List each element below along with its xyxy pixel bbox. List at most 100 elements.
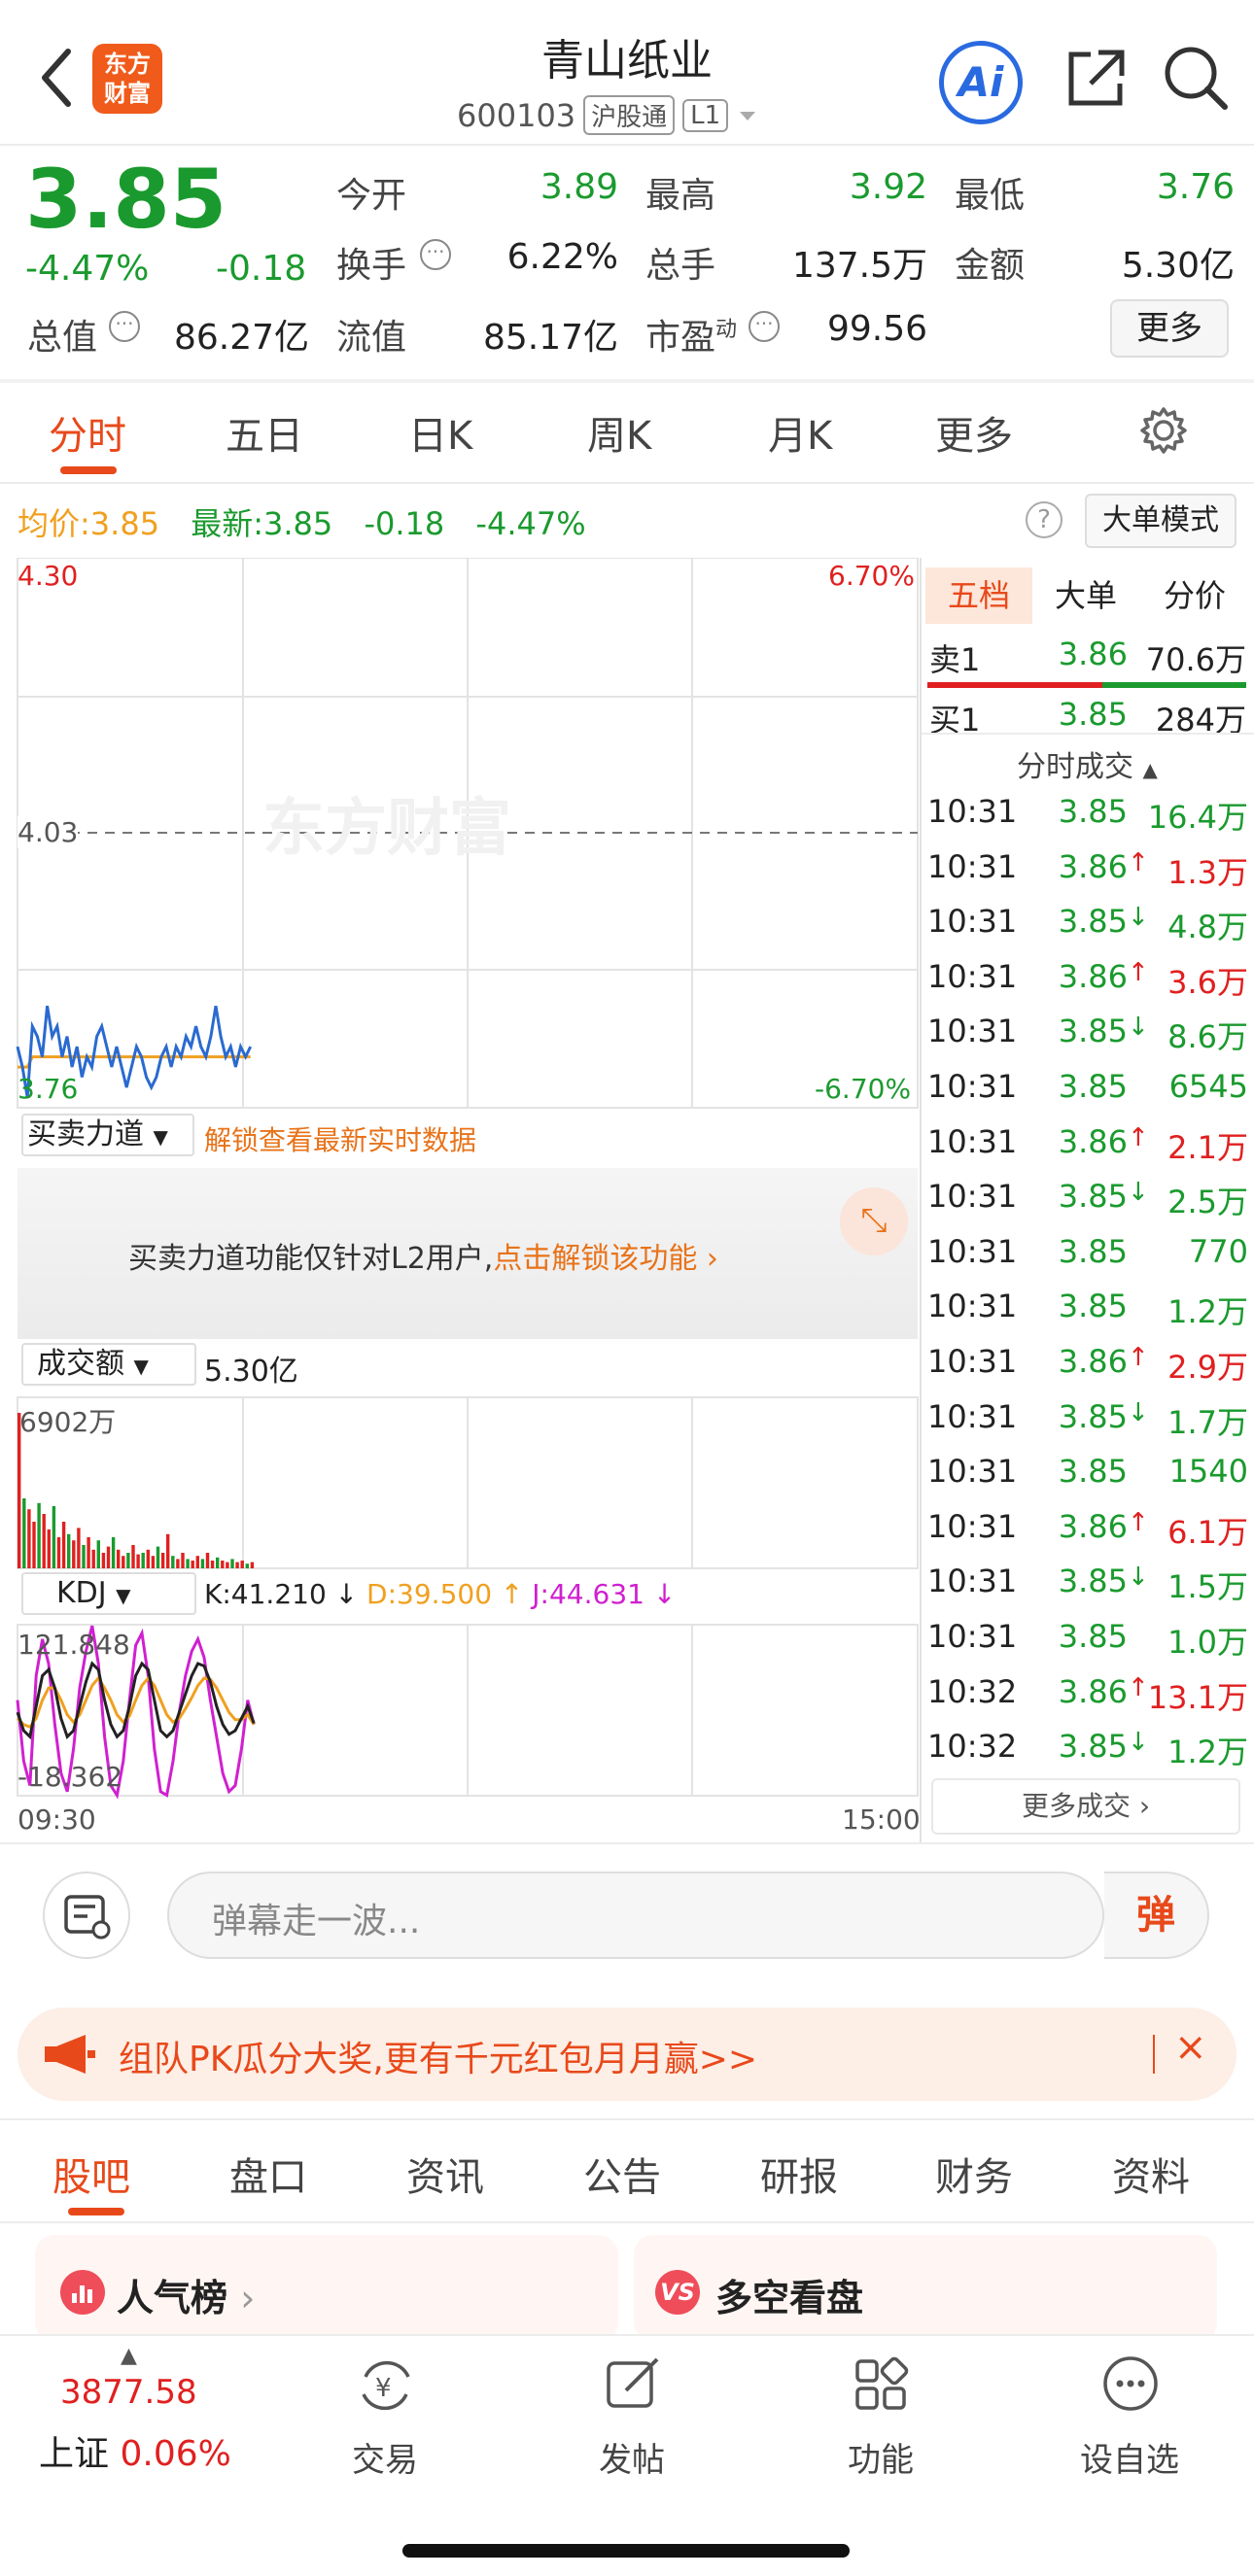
- tab-research[interactable]: 研报: [760, 2146, 838, 2202]
- search-icon[interactable]: [1161, 43, 1231, 113]
- tick-arrow: ↓: [1128, 903, 1149, 933]
- stat-label-float-cap: 流值: [336, 318, 407, 358]
- close-icon[interactable]: ×: [1174, 2025, 1207, 2070]
- volume-bar: [82, 1545, 86, 1568]
- info-icon[interactable]: ···: [749, 311, 780, 342]
- volume-bar: [111, 1537, 116, 1568]
- tab-weekly-k[interactable]: 周K: [587, 404, 651, 461]
- tick-volume: 2.1万: [1167, 1128, 1248, 1166]
- volume-bar: [77, 1528, 81, 1568]
- tick-time: 10:31: [927, 1507, 1018, 1545]
- volume-bar: [52, 1506, 56, 1568]
- danmu-settings-button[interactable]: [43, 1872, 130, 1959]
- nav-watchlist[interactable]: 设自选: [1052, 2433, 1207, 2481]
- info-icon[interactable]: ···: [420, 239, 451, 270]
- pct-low-label: -6.70%: [815, 1073, 912, 1105]
- tick-price: 3.85: [1058, 1563, 1128, 1600]
- index-ticker[interactable]: 上证 0.06%: [39, 2425, 231, 2476]
- expand-icon[interactable]: ⤡: [840, 1187, 908, 1255]
- tab-announcements[interactable]: 公告: [583, 2146, 661, 2202]
- volume-bar: [156, 1546, 160, 1568]
- force-unlock-link[interactable]: 解锁查看最新实时数据: [204, 1119, 476, 1158]
- indicator-select[interactable]: KDJ ▼: [21, 1572, 196, 1615]
- stat-label-volume: 总手: [645, 246, 716, 286]
- tab-forum[interactable]: 股吧: [52, 2146, 130, 2202]
- promo-banner[interactable]: 组队PK瓜分大奖,更有千元红包月月赢>> ×: [17, 2008, 1237, 2101]
- stat-value-market-cap: 86.27亿: [173, 318, 309, 358]
- volume-total: 5.30亿: [204, 1355, 298, 1389]
- tick-arrow: ↓: [1128, 1178, 1149, 1208]
- ai-assistant-icon[interactable]: Ai: [939, 41, 1023, 124]
- tick-price: 3.85: [1058, 903, 1128, 941]
- volume-bar: [200, 1559, 205, 1568]
- tick-time: 10:32: [927, 1672, 1018, 1710]
- index-value[interactable]: 3877.58: [60, 2373, 197, 2412]
- tick-volume: 770: [1188, 1232, 1248, 1270]
- stat-label-amount: 金额: [955, 246, 1026, 286]
- level-tag: L1: [682, 98, 729, 132]
- volume-bar: [72, 1540, 76, 1568]
- tab-price-dist[interactable]: 分价: [1141, 567, 1248, 624]
- nav-post[interactable]: 发帖: [554, 2433, 710, 2481]
- danmu-send-button[interactable]: 弹: [1104, 1872, 1209, 1959]
- big-order-mode-button[interactable]: 大单模式: [1085, 494, 1237, 548]
- tick-volume: 1.7万: [1167, 1403, 1248, 1441]
- more-ticks-button[interactable]: 更多成交 ›: [931, 1778, 1240, 1835]
- tick-volume: 3.6万: [1167, 963, 1248, 1001]
- more-stats-button[interactable]: 更多: [1110, 299, 1229, 358]
- volume-bar: [146, 1549, 150, 1568]
- tab-more[interactable]: 更多: [935, 404, 1013, 461]
- danmu-input[interactable]: 弹幕走一波...: [167, 1872, 1110, 1959]
- stock-code-row[interactable]: 600103 沪股通 L1: [457, 95, 759, 135]
- share-icon[interactable]: [1062, 45, 1130, 113]
- megaphone-icon: [45, 2035, 95, 2074]
- long-short-card[interactable]: VS 多空看盘: [634, 2235, 1217, 2342]
- tick-time: 10:31: [927, 1343, 1018, 1380]
- current-price: 3.85: [25, 152, 227, 247]
- stat-value-volume: 137.5万: [791, 246, 927, 286]
- price-low-label: 3.76: [17, 1073, 79, 1105]
- nav-trade[interactable]: 交易: [307, 2433, 463, 2481]
- help-icon[interactable]: ?: [1026, 501, 1062, 538]
- stat-value-low: 3.76: [1156, 167, 1235, 207]
- tab-big-orders[interactable]: 大单: [1032, 567, 1139, 624]
- volume-bar: [176, 1559, 180, 1568]
- nav-functions[interactable]: 功能: [803, 2433, 958, 2481]
- tick-row: 10:31 3.85 770: [927, 1233, 1248, 1270]
- tab-profile[interactable]: 资料: [1112, 2146, 1190, 2202]
- bottom-tab-indicator: [68, 2208, 124, 2215]
- tick-volume: 8.6万: [1167, 1018, 1248, 1056]
- volume-bar: [186, 1559, 190, 1568]
- tab-order-details[interactable]: 盘口: [229, 2146, 307, 2202]
- popularity-card[interactable]: 人气榜 ›: [35, 2235, 618, 2342]
- tick-time: 10:31: [927, 1563, 1018, 1600]
- volume-bar: [101, 1553, 106, 1568]
- tick-arrow: ↑: [1128, 847, 1149, 877]
- tab-five-day[interactable]: 五日: [226, 404, 303, 461]
- tick-price: 3.86: [1058, 957, 1128, 995]
- tab-news[interactable]: 资讯: [406, 2146, 484, 2202]
- tab-financials[interactable]: 财务: [935, 2146, 1013, 2202]
- tab-order-book[interactable]: 五档: [925, 567, 1032, 624]
- tick-volume: 16.4万: [1147, 799, 1248, 836]
- volume-select[interactable]: 成交额 ▼: [21, 1343, 196, 1386]
- tab-intraday[interactable]: 分时: [49, 404, 126, 461]
- volume-bar: [216, 1557, 220, 1568]
- tab-monthly-k[interactable]: 月K: [768, 404, 832, 461]
- stat-label-market-cap: 总值: [27, 318, 98, 358]
- force-select[interactable]: 买卖力道 ▼: [21, 1114, 194, 1156]
- info-icon[interactable]: ···: [109, 311, 140, 342]
- ticks-title[interactable]: 分时成交 ▲: [1017, 742, 1158, 785]
- volume-bar: [106, 1546, 111, 1568]
- tick-row: 10:32 3.86 ↑ 13.1万: [927, 1673, 1248, 1718]
- tab-daily-k[interactable]: 日K: [408, 404, 472, 461]
- force-unlock-cta[interactable]: 点击解锁该功能: [493, 1242, 697, 1276]
- settings-gear-icon[interactable]: [1139, 406, 1188, 455]
- tick-time: 10:31: [927, 1013, 1018, 1050]
- tick-arrow: [1128, 793, 1145, 838]
- stat-value-pe: 99.56: [826, 309, 927, 349]
- tick-row: 10:31 3.85 ↓ 4.8万: [927, 903, 1248, 947]
- trade-icon: ¥: [362, 2360, 410, 2411]
- time-start-label: 09:30: [17, 1803, 96, 1836]
- stat-label-high: 最高: [645, 176, 716, 216]
